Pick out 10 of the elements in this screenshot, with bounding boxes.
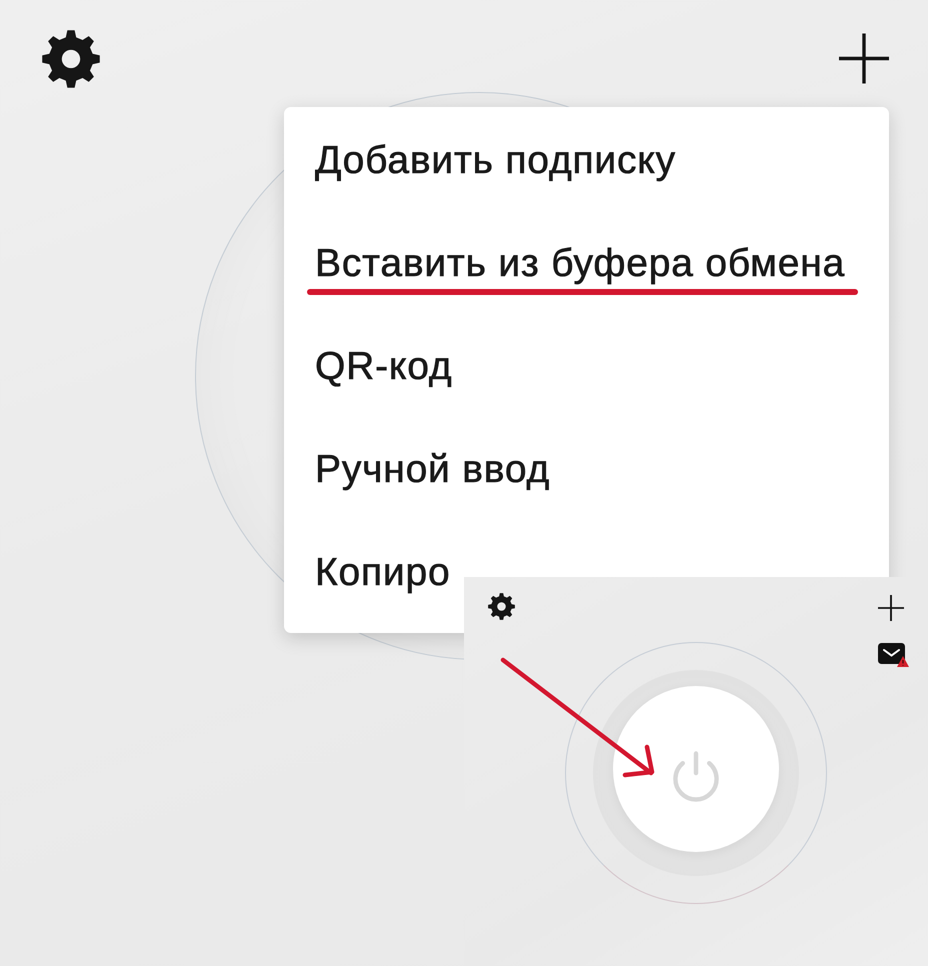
mail-icon[interactable] bbox=[878, 643, 905, 664]
plus-icon[interactable] bbox=[839, 33, 889, 84]
menu-item[interactable]: QR-код bbox=[315, 344, 452, 390]
settings-icon[interactable] bbox=[488, 593, 515, 620]
menu-item[interactable]: Вставить из буфера обмена bbox=[315, 240, 846, 286]
settings-icon[interactable] bbox=[42, 30, 100, 88]
menu-item[interactable]: Копиро bbox=[315, 550, 450, 596]
menu-item[interactable]: Добавить подписку bbox=[315, 138, 676, 184]
plus-icon[interactable] bbox=[878, 595, 904, 621]
menu-item[interactable]: Ручной ввод bbox=[315, 446, 550, 492]
